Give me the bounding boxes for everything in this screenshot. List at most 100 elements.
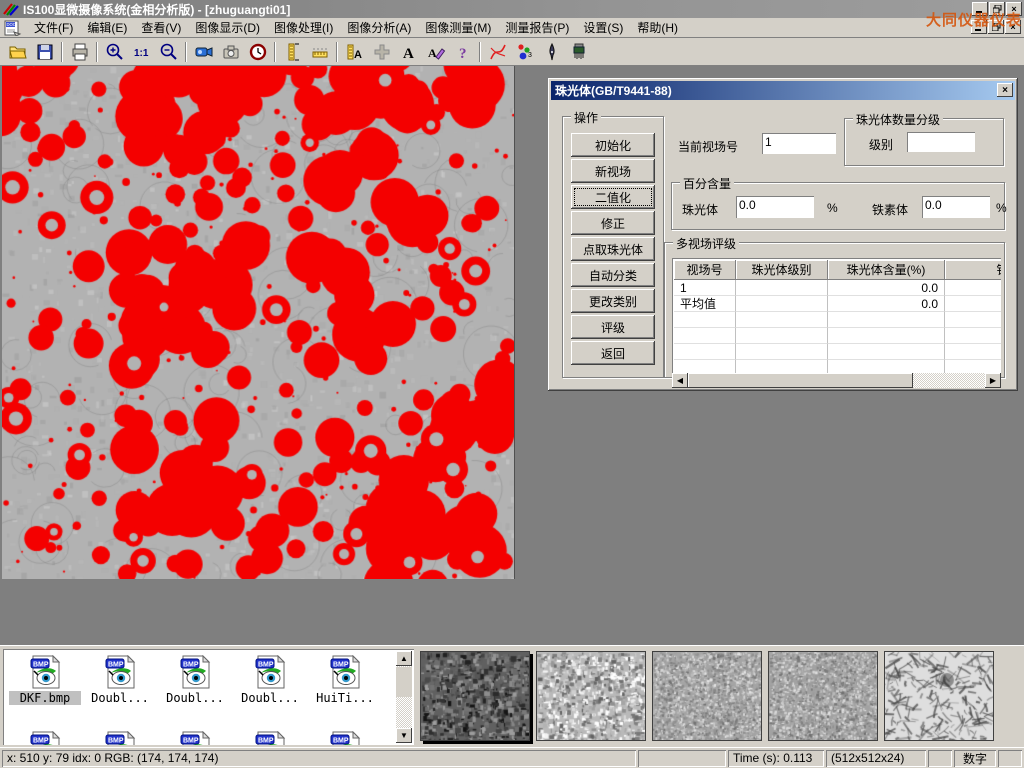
minimize-button[interactable] xyxy=(972,2,988,16)
crosshair-icon[interactable] xyxy=(368,40,395,64)
table-row[interactable] xyxy=(674,360,1001,373)
dialog-button-1[interactable]: 新视场 xyxy=(571,159,655,183)
thumbnail-high-contrast-coarse[interactable] xyxy=(536,651,646,741)
table-hscrollbar[interactable]: ◀ ▶ xyxy=(672,373,1001,388)
dialog-close-icon[interactable]: × xyxy=(997,83,1013,97)
menu-item-7[interactable]: 测量报告(P) xyxy=(498,19,576,37)
table-row[interactable]: 10.0 xyxy=(674,280,1001,296)
table-header-row: 视场号珠光体级别珠光体含量(%)铁素体 xyxy=(674,260,1001,280)
clock-icon[interactable] xyxy=(244,40,271,64)
thumbnail-image xyxy=(653,652,761,740)
table-cell xyxy=(945,344,1001,360)
menu-item-3[interactable]: 图像显示(D) xyxy=(188,19,267,37)
table-header-1[interactable]: 珠光体级别 xyxy=(736,260,828,280)
dialog-title-bar[interactable]: 珠光体(GB/T9441-88) × xyxy=(551,81,1015,100)
file-item-4[interactable]: BMPHuiTi... xyxy=(309,655,381,705)
current-field-input[interactable]: 1 xyxy=(762,133,836,154)
scroll-up-icon[interactable]: ▲ xyxy=(396,651,412,666)
menu-item-4[interactable]: 图像处理(I) xyxy=(267,19,340,37)
class-points-icon[interactable]: 3 xyxy=(511,40,538,64)
text-icon[interactable]: A xyxy=(395,40,422,64)
file-item-row2-4[interactable]: BMP xyxy=(309,731,381,745)
dialog-button-2[interactable]: 二值化 xyxy=(571,185,655,209)
svg-text:A: A xyxy=(403,46,414,62)
micrograph-image[interactable] xyxy=(2,66,515,579)
scroll-right-icon[interactable]: ▶ xyxy=(985,373,1001,388)
dialog-button-5[interactable]: 自动分类 xyxy=(571,263,655,287)
file-item-row2-2[interactable]: BMP xyxy=(159,731,231,745)
ferrite-input[interactable]: 0.0 xyxy=(922,196,990,218)
restore-button[interactable] xyxy=(989,2,1005,16)
child-minimize-button[interactable] xyxy=(971,20,987,34)
file-item-row2-0[interactable]: BMP xyxy=(9,731,81,745)
save-icon[interactable] xyxy=(31,40,58,64)
dialog-button-0[interactable]: 初始化 xyxy=(571,133,655,157)
video-camera-icon[interactable] xyxy=(190,40,217,64)
file-item-0[interactable]: BMPDKF.bmp xyxy=(9,655,81,705)
ruler-icon[interactable] xyxy=(306,40,333,64)
zoom-out-icon[interactable] xyxy=(155,40,182,64)
hscroll-track[interactable] xyxy=(913,373,985,388)
file-item-row2-1[interactable]: BMP xyxy=(84,731,156,745)
file-item-2[interactable]: BMPDoubl... xyxy=(159,655,231,705)
open-icon[interactable] xyxy=(4,40,31,64)
table-row[interactable] xyxy=(674,312,1001,328)
grade-input[interactable] xyxy=(907,132,975,152)
document-icon[interactable]: DOC xyxy=(4,20,22,36)
scroll-down-icon[interactable]: ▼ xyxy=(396,728,412,743)
table-cell xyxy=(736,296,828,312)
thumbnail-fine-speckle[interactable] xyxy=(652,651,762,741)
table-row[interactable] xyxy=(674,328,1001,344)
table-cell xyxy=(828,328,945,344)
text-edit-icon[interactable]: A xyxy=(422,40,449,64)
table-header-3[interactable]: 铁素体 xyxy=(945,260,1001,280)
dialog-button-7[interactable]: 评级 xyxy=(571,315,655,339)
dialog-button-8[interactable]: 返回 xyxy=(571,341,655,365)
file-item-1[interactable]: BMPDoubl... xyxy=(84,655,156,705)
actual-size-icon[interactable]: 1:1 xyxy=(128,40,155,64)
menu-item-9[interactable]: 帮助(H) xyxy=(630,19,685,37)
thumbnail-fine-speckle[interactable] xyxy=(768,651,878,741)
measure-text-icon[interactable]: A xyxy=(341,40,368,64)
file-vscrollbar[interactable]: ▲ ▼ xyxy=(396,651,412,743)
dialog-button-4[interactable]: 点取珠光体 xyxy=(571,237,655,261)
table-row[interactable] xyxy=(674,344,1001,360)
table-row[interactable]: 平均值0.0 xyxy=(674,296,1001,312)
window-title: IS100显微摄像系统(金相分析版) - [zhuguangti01] xyxy=(23,1,290,18)
dialog-button-6[interactable]: 更改类别 xyxy=(571,289,655,313)
menu-item-2[interactable]: 查看(V) xyxy=(134,19,188,37)
child-close-button[interactable]: × xyxy=(1005,20,1021,34)
close-button[interactable]: × xyxy=(1006,2,1022,16)
zoom-in-icon[interactable] xyxy=(101,40,128,64)
caliper-icon[interactable] xyxy=(279,40,306,64)
menu-item-1[interactable]: 编辑(E) xyxy=(80,19,134,37)
photo-camera-icon[interactable] xyxy=(217,40,244,64)
vscroll-thumb[interactable] xyxy=(396,667,412,697)
child-restore-button[interactable] xyxy=(988,20,1004,34)
thumbnail-light-flakes[interactable] xyxy=(884,651,994,741)
table-header-0[interactable]: 视场号 xyxy=(674,260,736,280)
thumbnail-dark-coarse[interactable] xyxy=(420,651,530,741)
svg-text:BMP: BMP xyxy=(183,738,199,745)
table-cell: 0.0 xyxy=(828,296,945,312)
dialog-button-3[interactable]: 修正 xyxy=(571,211,655,235)
thumbnail-image xyxy=(885,652,993,740)
hscroll-thumb[interactable] xyxy=(688,373,913,388)
brush-icon[interactable] xyxy=(565,40,592,64)
menu-item-0[interactable]: 文件(F) xyxy=(27,19,80,37)
thumbnail-image xyxy=(769,652,877,740)
help-icon[interactable]: ? xyxy=(449,40,476,64)
menu-item-8[interactable]: 设置(S) xyxy=(576,19,630,37)
percent-group-label: 百分含量 xyxy=(680,175,734,192)
menu-item-5[interactable]: 图像分析(A) xyxy=(340,19,418,37)
curve-cut-icon[interactable] xyxy=(484,40,511,64)
pearlite-input[interactable]: 0.0 xyxy=(736,196,814,218)
file-item-row2-3[interactable]: BMP xyxy=(234,731,306,745)
table-cell xyxy=(736,312,828,328)
print-icon[interactable] xyxy=(66,40,93,64)
menu-item-6[interactable]: 图像测量(M) xyxy=(418,19,498,37)
table-header-2[interactable]: 珠光体含量(%) xyxy=(828,260,945,280)
scroll-left-icon[interactable]: ◀ xyxy=(672,373,688,388)
file-item-3[interactable]: BMPDoubl... xyxy=(234,655,306,705)
pen-icon[interactable] xyxy=(538,40,565,64)
